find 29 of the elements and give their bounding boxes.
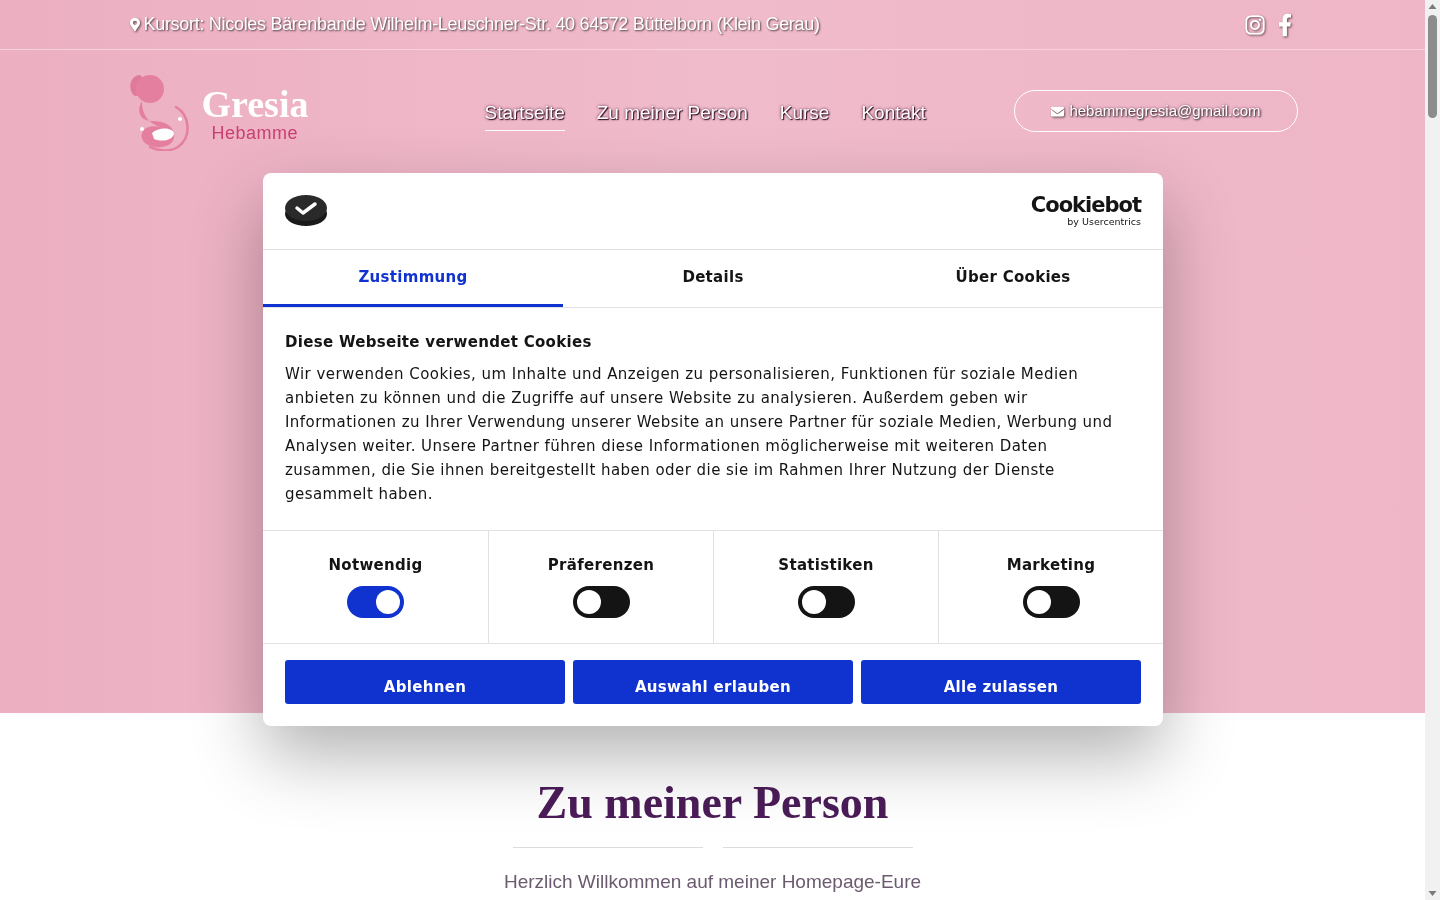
toggle-label: Statistiken [778, 555, 874, 576]
scrollbar[interactable] [1425, 0, 1440, 900]
toggle-switch[interactable] [797, 586, 855, 618]
brand-tagline: by Usercentrics [1067, 217, 1141, 227]
logo-subtitle: Hebamme [210, 124, 300, 142]
section-heading: Zu meiner Person [536, 776, 889, 830]
toggle-switch[interactable] [572, 586, 630, 618]
facebook-icon[interactable] [1277, 12, 1292, 37]
consent-button[interactable]: Auswahl erlauben [573, 660, 853, 704]
envelope-icon [1050, 104, 1066, 118]
intro-text: Herzlich Willkommen auf meiner Homepage-Eure [503, 870, 922, 894]
address-text: Kursort: Nicoles Bärenbande Wilhelm-Leuschner-Str. 40 64572 Büttelborn (Klein Gerau) [143, 13, 820, 36]
instagram-icon[interactable] [1243, 13, 1266, 36]
toggle-label: Marketing [1006, 555, 1096, 576]
toggle-switch[interactable] [1022, 586, 1080, 618]
toggle-label: Präferenzen [547, 555, 655, 576]
tab[interactable]: Zustimmung [263, 250, 563, 307]
tab[interactable]: Details [563, 250, 863, 307]
dialog-text: Wir verwenden Cookies, um Inhalte und Anzeigen zu personalisieren, Funktionen für soziale Medien anbieten zu können und die Zugriffe auf unsere Website zu analysieren. Außerdem geben wir Informationen zu Ihrer Verwendung unserer Website an unsere Partner für soziale Medien, Werbung und Analysen weiter. Unsere Partner führen diese Informationen möglicherweise mit weiteren Daten zusammen, die Sie ihnen bereitgestellt haben oder die sie im Rahmen Ihrer Nutzung der Dienste gesammelt haben. [285, 364, 1114, 505]
consent-button[interactable]: Ablehnen [285, 660, 565, 704]
toggle-switch[interactable] [347, 586, 404, 618]
map-pin-icon [129, 17, 140, 32]
check-disc-icon [285, 195, 327, 227]
consent-button[interactable]: Alle zulassen [861, 660, 1141, 704]
logo-name: Gresia [201, 84, 309, 124]
brand-name: Cookiebot [1030, 195, 1141, 217]
dialog-title: Diese Webseite verwendet Cookies [285, 332, 593, 353]
toggle-label: Notwendig [328, 555, 423, 576]
tab[interactable]: Über Cookies [863, 250, 1163, 307]
